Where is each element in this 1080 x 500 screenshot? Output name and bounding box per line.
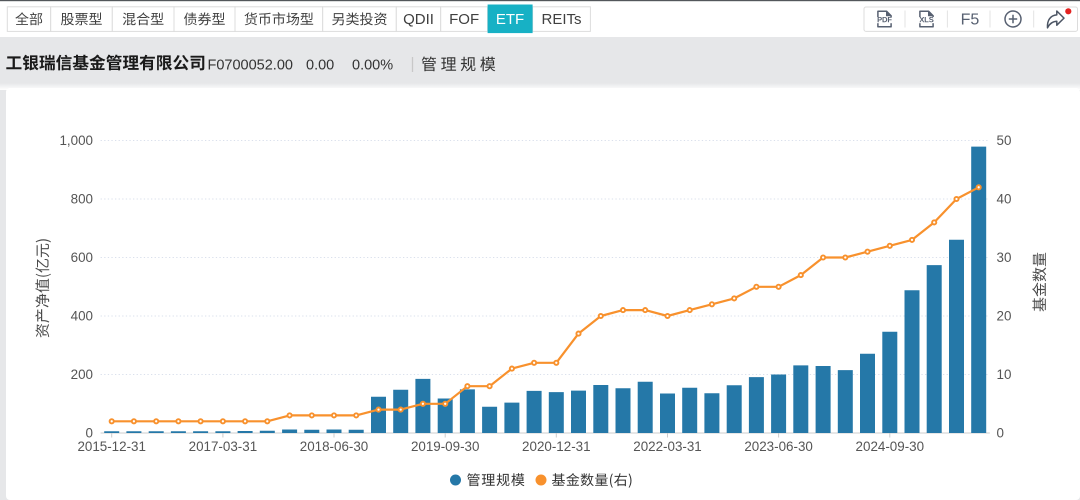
svg-text:40: 40 — [997, 192, 1012, 207]
svg-text:30: 30 — [997, 250, 1012, 265]
svg-text:F5: F5 — [961, 12, 980, 29]
svg-text:10: 10 — [997, 367, 1012, 382]
svg-text:0.00: 0.00 — [306, 58, 334, 74]
svg-text:REITs: REITs — [541, 11, 581, 28]
svg-text:2019-09-30: 2019-09-30 — [411, 439, 480, 454]
svg-text:200: 200 — [71, 367, 93, 382]
svg-text:2023-06-30: 2023-06-30 — [744, 439, 813, 454]
svg-text:20: 20 — [997, 309, 1012, 324]
svg-text:2015-12-31: 2015-12-31 — [77, 439, 146, 454]
svg-text:800: 800 — [71, 192, 93, 207]
svg-text:2020-12-31: 2020-12-31 — [522, 439, 591, 454]
svg-text:400: 400 — [71, 309, 93, 324]
svg-text:0: 0 — [997, 426, 1004, 441]
svg-text:600: 600 — [71, 250, 93, 265]
svg-text:1,000: 1,000 — [59, 133, 93, 148]
svg-text:0.00%: 0.00% — [352, 58, 393, 74]
svg-text:2022-03-31: 2022-03-31 — [633, 439, 702, 454]
svg-text:2024-09-30: 2024-09-30 — [856, 439, 925, 454]
svg-text:QDII: QDII — [403, 11, 434, 28]
svg-text:50: 50 — [997, 133, 1012, 148]
svg-text:F0700052.00: F0700052.00 — [208, 58, 293, 74]
svg-text:ETF: ETF — [496, 11, 524, 28]
svg-text:2017-03-31: 2017-03-31 — [189, 439, 258, 454]
svg-text:FOF: FOF — [449, 11, 479, 28]
svg-text:2018-06-30: 2018-06-30 — [300, 439, 369, 454]
